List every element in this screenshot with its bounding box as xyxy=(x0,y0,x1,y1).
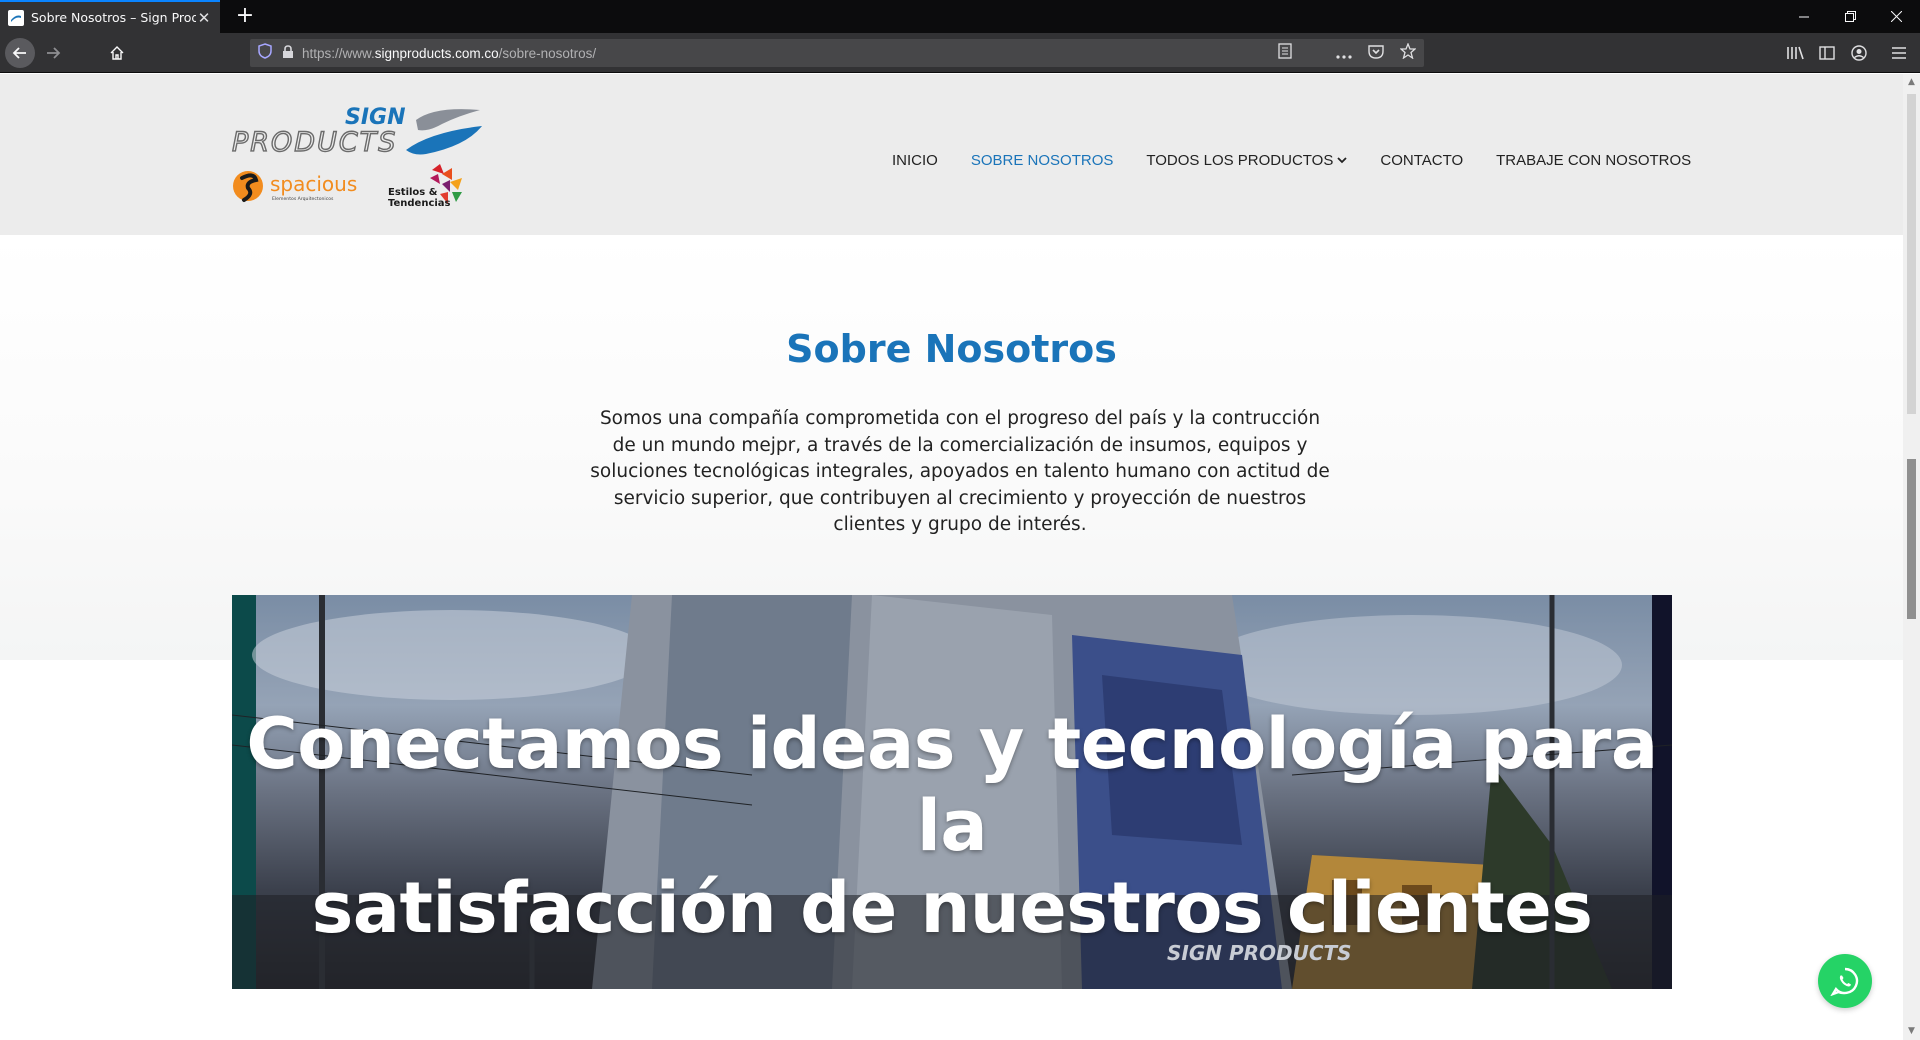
main-navigation: INICIO SOBRE NOSOTROS TODOS LOS PRODUCTO… xyxy=(892,152,1691,169)
lock-icon[interactable] xyxy=(282,44,294,63)
nav-sobre-nosotros[interactable]: SOBRE NOSOTROS xyxy=(971,152,1114,169)
spacious-wordmark: spacious xyxy=(270,172,357,196)
sign-products-logo[interactable]: SIGN PRODUCTS xyxy=(230,102,490,164)
page-title: Sobre Nosotros xyxy=(786,327,1117,371)
spacious-tagline: Elementos Arquitectonicos xyxy=(272,196,334,202)
page-actions-menu-icon[interactable] xyxy=(1336,44,1352,63)
home-button[interactable] xyxy=(102,38,132,68)
nav-contacto[interactable]: CONTACTO xyxy=(1380,152,1463,169)
scroll-track-region xyxy=(1907,94,1916,414)
browser-tab-bar: Sobre Nosotros – Sign Products ✕ + xyxy=(0,0,1920,33)
whatsapp-button[interactable] xyxy=(1818,954,1872,1008)
restore-icon[interactable] xyxy=(1827,0,1873,33)
hamburger-menu-icon[interactable] xyxy=(1892,33,1906,73)
scroll-thumb[interactable] xyxy=(1907,459,1916,619)
forward-arrow-icon xyxy=(47,47,61,59)
pocket-icon[interactable] xyxy=(1368,44,1384,63)
url-prefix: https://www. xyxy=(302,45,375,61)
back-button[interactable] xyxy=(5,38,35,68)
nav-inicio[interactable]: INICIO xyxy=(892,152,938,169)
chevron-down-icon xyxy=(1337,157,1347,164)
account-icon[interactable] xyxy=(1851,33,1867,73)
estilos-line1: Estilos & xyxy=(388,187,438,198)
hero-headline-line2: satisfacción de nuestros clientes xyxy=(311,867,1593,949)
close-window-icon[interactable] xyxy=(1873,0,1919,33)
site-favicon-icon xyxy=(8,9,24,26)
hero-headline-line1: Conectamos ideas y tecnología para la xyxy=(246,703,1658,867)
tab-title: Sobre Nosotros – Sign Products xyxy=(31,10,196,25)
nav-todos-los-productos-label: TODOS LOS PRODUCTOS xyxy=(1146,152,1334,169)
url-bar[interactable]: https://www.signproducts.com.co/sobre-no… xyxy=(250,39,1424,67)
library-icon[interactable] xyxy=(1786,33,1804,73)
browser-tab[interactable]: Sobre Nosotros – Sign Products ✕ xyxy=(0,0,220,33)
page-scrollbar[interactable]: ▲ ▼ xyxy=(1903,74,1920,1040)
estilos-line2: Tendencias xyxy=(388,198,451,209)
site-header: SIGN PRODUCTS spacious Elementos Arquite… xyxy=(0,74,1903,235)
minimize-icon[interactable] xyxy=(1781,0,1827,33)
sidebar-toggle-icon[interactable] xyxy=(1819,33,1835,73)
hero-headline: Conectamos ideas y tecnología para la sa… xyxy=(232,703,1672,949)
url-text[interactable]: https://www.signproducts.com.co/sobre-no… xyxy=(302,46,596,61)
tab-close-icon[interactable]: ✕ xyxy=(196,9,212,27)
url-actions xyxy=(1278,39,1417,67)
reader-view-icon[interactable] xyxy=(1278,43,1292,63)
bookmark-star-icon[interactable] xyxy=(1399,42,1417,63)
home-icon xyxy=(110,46,124,60)
nav-todos-los-productos[interactable]: TODOS LOS PRODUCTOS xyxy=(1146,152,1347,169)
browser-nav-bar: https://www.signproducts.com.co/sobre-no… xyxy=(0,33,1920,73)
page-viewport: SIGN PRODUCTS spacious Elementos Arquite… xyxy=(0,74,1903,1040)
logo-products-word: PRODUCTS xyxy=(232,127,397,158)
nav-trabaje-con-nosotros[interactable]: TRABAJE CON NOSOTROS xyxy=(1496,152,1691,169)
new-tab-button[interactable]: + xyxy=(232,3,258,29)
scroll-up-icon[interactable]: ▲ xyxy=(1903,74,1920,91)
partner-brands: spacious Elementos Arquitectonicos Estil… xyxy=(232,162,466,216)
scroll-down-icon[interactable]: ▼ xyxy=(1903,1023,1920,1040)
about-description: Somos una compañía comprometida con el p… xyxy=(590,408,1330,535)
tracking-shield-icon[interactable] xyxy=(258,43,272,63)
spacious-logo[interactable]: spacious Elementos Arquitectonicos xyxy=(232,166,358,212)
back-arrow-icon xyxy=(12,47,26,59)
hero-banner[interactable]: SIGN PRODUCTS Conectamos ideas y tecnolo… xyxy=(232,595,1672,989)
whatsapp-icon xyxy=(1830,967,1859,996)
estilos-tendencias-logo[interactable]: Estilos & Tendencias xyxy=(386,162,466,216)
url-path: /sobre-nosotros/ xyxy=(498,45,597,61)
url-host: signproducts.com.co xyxy=(374,45,499,61)
forward-button[interactable] xyxy=(38,38,68,68)
